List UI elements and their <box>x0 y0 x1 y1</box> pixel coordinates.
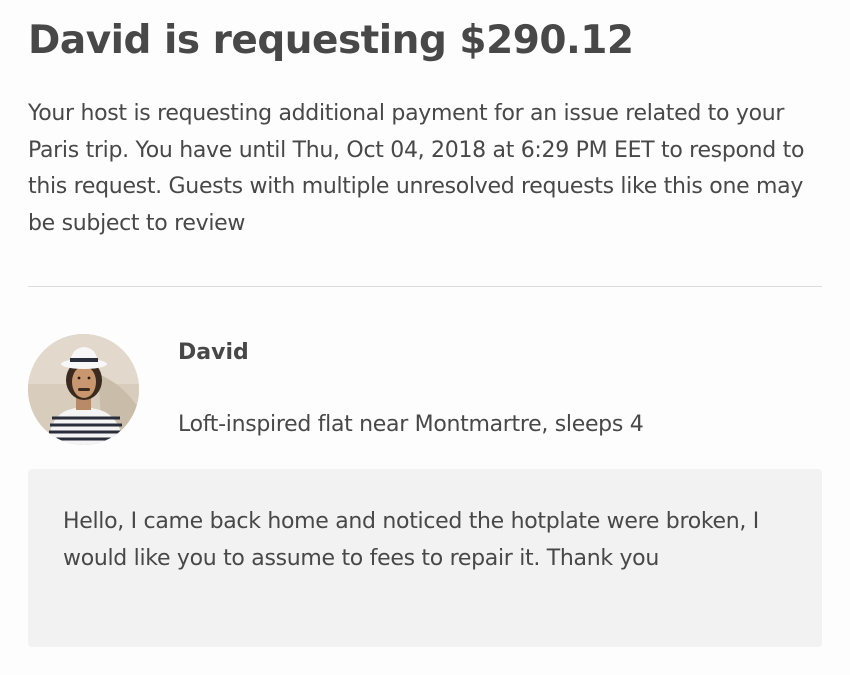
section-divider <box>28 286 822 287</box>
request-description: Your host is requesting additional payme… <box>28 101 805 236</box>
host-message-text: Hello, I came back home and noticed the … <box>63 509 759 571</box>
listing-title[interactable]: Loft-inspired flat near Montmartre, slee… <box>178 412 644 437</box>
host-message-box: Hello, I came back home and noticed the … <box>28 469 822 647</box>
host-avatar-photo-icon <box>28 334 139 445</box>
host-name[interactable]: David <box>178 340 249 365</box>
host-avatar[interactable] <box>28 334 139 445</box>
page-title: David is requesting $290.12 <box>28 18 634 63</box>
